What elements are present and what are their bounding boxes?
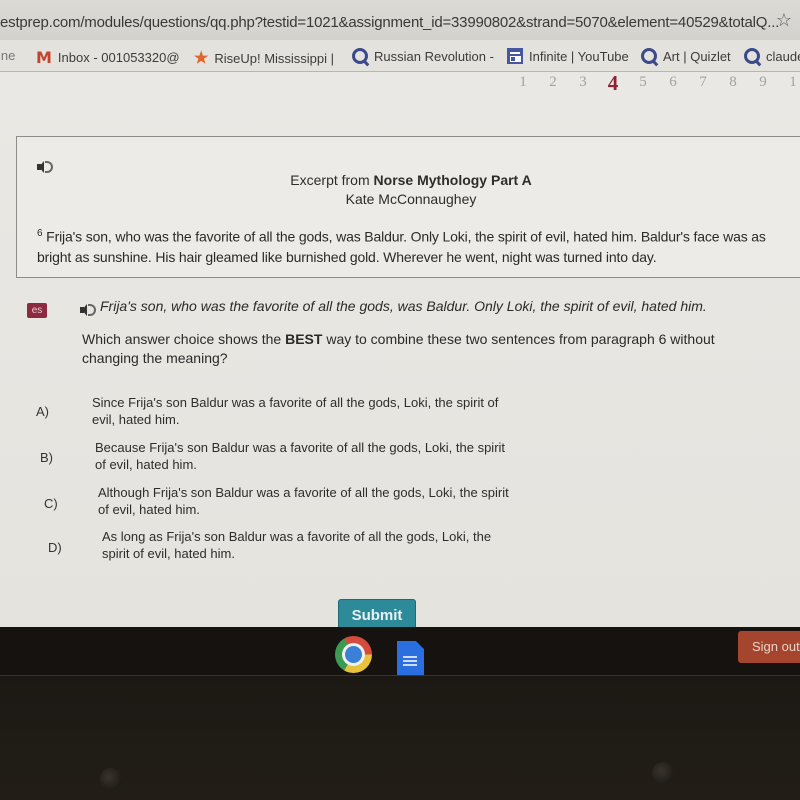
paragraph-text: Frija's son, who was the favorite of all…	[37, 228, 766, 265]
choice-text: Although Frija's son Baldur was a favori…	[98, 485, 509, 517]
choice-letter: C)	[44, 496, 58, 511]
passage-box: Excerpt from Norse Mythology Part A Kate…	[16, 136, 800, 278]
passage-author: Kate McConnaughey	[345, 191, 477, 207]
spanish-translation-badge[interactable]: es	[27, 303, 47, 318]
bookmark-art-quizlet[interactable]: Art | Quizlet	[641, 48, 731, 64]
chrome-icon[interactable]	[335, 636, 372, 673]
question-number[interactable]: 8	[718, 74, 748, 96]
bookmark-infinite-youtube[interactable]: Infinite | YouTube	[507, 48, 629, 64]
star-icon: ★	[194, 50, 209, 67]
monitor-bezel	[0, 675, 800, 800]
bookmark-item[interactable]: ine	[0, 48, 15, 63]
browser-address-bar[interactable]: estprep.com/modules/questions/qq.php?tes…	[0, 0, 800, 40]
answer-choice-b[interactable]: B) Because Frija's son Baldur was a favo…	[0, 439, 560, 479]
bookmark-russian-revolution[interactable]: Russian Revolution -	[352, 48, 494, 64]
question-prompt: Which answer choice shows the BEST way t…	[82, 330, 762, 368]
choice-letter: D)	[48, 540, 62, 555]
answer-choice-a[interactable]: A) Since Frija's son Baldur was a favori…	[0, 394, 560, 434]
bookmark-label: ine	[0, 48, 16, 63]
passage-title: Excerpt from Norse Mythology Part A	[17, 172, 800, 188]
url-text[interactable]: estprep.com/modules/questions/qq.php?tes…	[0, 14, 779, 31]
star-outline-icon[interactable]: ☆	[776, 10, 792, 31]
question-number[interactable]: 6	[658, 74, 688, 96]
prompt-text: Which answer choice shows the	[82, 331, 286, 347]
submit-button[interactable]: Submit	[338, 599, 416, 629]
choice-letter: A)	[36, 404, 49, 419]
prompt-bold: BEST	[285, 331, 323, 347]
question-number[interactable]: 7	[688, 74, 718, 96]
bookmark-claude[interactable]: claude	[744, 48, 800, 64]
speaker-icon[interactable]	[80, 304, 96, 316]
bookmark-label: Art | Quizlet	[663, 48, 731, 64]
quizlet-icon	[744, 48, 760, 64]
test-page: 1 2 3 4 5 6 7 8 9 1 Excerpt from Norse M…	[0, 71, 800, 629]
title-bold: Norse Mythology Part A	[373, 172, 532, 188]
question-number[interactable]: 1	[508, 74, 538, 96]
current-question-number[interactable]: 4	[598, 71, 628, 96]
bookmark-riseup[interactable]: ★ RiseUp! Mississippi |	[194, 48, 334, 68]
quizlet-icon	[641, 48, 657, 64]
question-navigation: 1 2 3 4 5 6 7 8 9 1	[508, 71, 800, 96]
choice-letter: B)	[40, 450, 53, 465]
bezel-screw	[652, 762, 674, 784]
choice-text: Because Frija's son Baldur was a favorit…	[95, 440, 506, 472]
bookmark-label: claude	[766, 48, 800, 64]
bezel-screw	[100, 768, 122, 790]
bookmark-inbox[interactable]: M Inbox - 001053320@	[36, 48, 180, 67]
google-docs-icon[interactable]	[397, 641, 424, 675]
paragraph-number: 6	[37, 228, 43, 239]
question-number[interactable]: 2	[538, 74, 568, 96]
bookmark-label: RiseUp! Mississippi |	[214, 50, 335, 66]
question-number[interactable]: 5	[628, 74, 658, 96]
answer-choice-c[interactable]: C) Although Frija's son Baldur was a fav…	[0, 484, 560, 524]
answer-choice-d[interactable]: D) As long as Frija's son Baldur was a f…	[0, 528, 560, 568]
bookmark-label: Russian Revolution -	[374, 48, 494, 64]
question-number[interactable]: 1	[778, 74, 800, 96]
bookmark-label: Inbox - 001053320@	[57, 50, 180, 65]
question-number[interactable]: 3	[568, 74, 598, 96]
question-quote: Frija's son, who was the favorite of all…	[100, 298, 707, 314]
bookmark-label: Infinite | YouTube	[529, 48, 629, 64]
gmail-icon: M	[36, 48, 52, 67]
choice-text: As long as Frija's son Baldur was a favo…	[102, 529, 492, 561]
question-number[interactable]: 9	[748, 74, 778, 96]
title-prefix: Excerpt from	[290, 172, 374, 188]
passage-paragraph: 6 Frija's son, who was the favorite of a…	[37, 224, 783, 267]
bookmarks-bar: ine M Inbox - 001053320@ ★ RiseUp! Missi…	[0, 40, 800, 72]
sign-out-button[interactable]: Sign out	[738, 631, 800, 663]
choice-text: Since Frija's son Baldur was a favorite …	[92, 395, 499, 427]
calendar-app-icon	[507, 48, 523, 64]
quizlet-icon	[352, 48, 368, 64]
os-shelf: Sign out	[0, 627, 800, 681]
